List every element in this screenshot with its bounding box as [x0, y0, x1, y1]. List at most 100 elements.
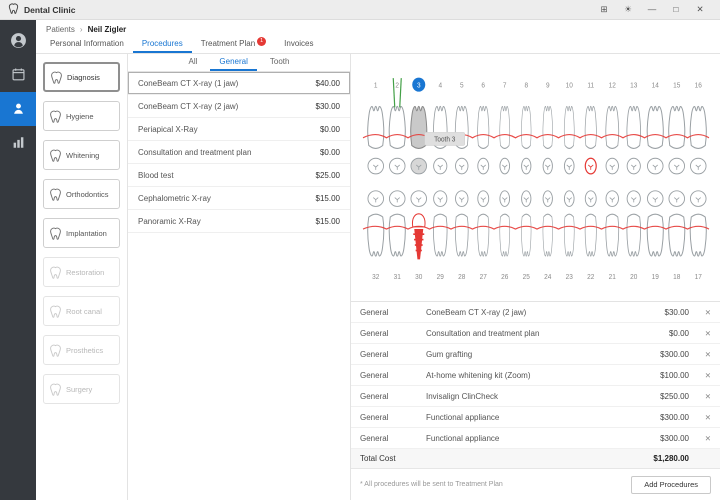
add-procedures-button[interactable]: Add Procedures	[631, 476, 711, 494]
category-prosthetics[interactable]: Prosthetics	[43, 335, 120, 365]
occlusal-lower-19[interactable]	[647, 191, 663, 207]
tooth-lower-20[interactable]	[627, 214, 641, 256]
tab-treatment-plan[interactable]: Treatment Plan1	[192, 36, 275, 53]
sidebar-item-profile[interactable]	[0, 24, 36, 58]
remove-row-icon[interactable]: ✕	[689, 308, 711, 317]
occlusal-upper-16[interactable]	[690, 158, 706, 174]
tooth-number-upper-11[interactable]: 11	[587, 82, 594, 89]
tooth-upper-8[interactable]	[521, 106, 531, 148]
tooth-number-upper-8[interactable]: 8	[524, 82, 528, 89]
tab-procedures[interactable]: Procedures	[133, 36, 192, 53]
sidebar-item-reports[interactable]	[0, 126, 36, 160]
tooth-upper-6[interactable]	[478, 106, 489, 148]
tooth-number-upper-13[interactable]: 13	[630, 82, 637, 89]
tooth-number-lower-29[interactable]: 29	[437, 274, 444, 281]
remove-row-icon[interactable]: ✕	[689, 329, 711, 338]
tooth-upper-13[interactable]	[627, 106, 641, 148]
tooth-upper-2[interactable]	[389, 106, 405, 148]
tooth-upper-12[interactable]	[606, 106, 619, 148]
tooth-number-lower-26[interactable]: 26	[501, 274, 508, 281]
close-button[interactable]: ✕	[688, 0, 712, 19]
occlusal-lower-24[interactable]	[543, 191, 552, 207]
tab-personal-information[interactable]: Personal Information	[41, 36, 133, 53]
tooth-upper-1[interactable]	[368, 106, 384, 148]
breadcrumb-patients[interactable]: Patients	[46, 25, 75, 34]
tooth-number-upper-12[interactable]: 12	[609, 82, 616, 89]
occlusal-upper-6[interactable]	[478, 158, 489, 174]
occlusal-upper-1[interactable]	[368, 158, 384, 174]
tooth-lower-24[interactable]	[543, 214, 553, 256]
category-restoration[interactable]: Restoration	[43, 257, 120, 287]
tooth-lower-19[interactable]	[647, 214, 663, 256]
tooth-number-lower-23[interactable]: 23	[566, 274, 573, 281]
occlusal-lower-18[interactable]	[669, 191, 685, 207]
remove-row-icon[interactable]: ✕	[689, 350, 711, 359]
procedure-item[interactable]: Consultation and treatment plan$0.00	[128, 141, 350, 164]
tooth-upper-7[interactable]	[500, 106, 510, 148]
tooth-number-lower-30[interactable]: 30	[415, 274, 422, 281]
tooth-number-upper-3[interactable]: 3	[412, 78, 425, 92]
tooth-upper-9[interactable]	[543, 106, 553, 148]
filter-tab-general[interactable]: General	[210, 54, 256, 71]
tooth-upper-11[interactable]	[585, 106, 596, 148]
brightness-icon[interactable]: ☀	[616, 0, 640, 19]
tooth-number-upper-10[interactable]: 10	[566, 82, 573, 89]
tooth-number-upper-15[interactable]: 15	[673, 82, 680, 89]
occlusal-upper-2[interactable]	[389, 158, 405, 174]
maximize-button[interactable]: □	[664, 0, 688, 19]
procedure-item[interactable]: Panoramic X-Ray$15.00	[128, 210, 350, 233]
category-surgery[interactable]: Surgery	[43, 374, 120, 404]
category-diagnosis[interactable]: Diagnosis	[43, 62, 120, 92]
procedure-item[interactable]: Periapical X-Ray$0.00	[128, 118, 350, 141]
tooth-upper-15[interactable]	[669, 106, 685, 148]
tooth-lower-32[interactable]	[368, 214, 384, 256]
occlusal-lower-30[interactable]	[411, 191, 427, 207]
tooth-lower-23[interactable]	[564, 214, 574, 256]
tooth-lower-21[interactable]	[606, 214, 619, 256]
occlusal-upper-7[interactable]	[500, 158, 510, 174]
occlusal-upper-14[interactable]	[647, 158, 663, 174]
remove-row-icon[interactable]: ✕	[689, 371, 711, 380]
tab-invoices[interactable]: Invoices	[275, 36, 322, 53]
apps-grid-icon[interactable]: ⊞	[592, 0, 616, 19]
tooth-lower-25[interactable]	[521, 214, 531, 256]
occlusal-lower-26[interactable]	[500, 191, 510, 207]
tooth-lower-27[interactable]	[478, 214, 489, 256]
tooth-number-upper-9[interactable]: 9	[546, 82, 550, 89]
occlusal-upper-13[interactable]	[627, 158, 640, 174]
sidebar-item-patients[interactable]	[0, 92, 36, 126]
occlusal-lower-22[interactable]	[585, 191, 596, 207]
tooth-lower-29[interactable]	[433, 214, 447, 256]
tooth-upper-14[interactable]	[647, 106, 663, 148]
occlusal-lower-31[interactable]	[389, 191, 405, 207]
occlusal-upper-11[interactable]	[585, 158, 596, 174]
category-orthodontics[interactable]: Orthodontics	[43, 179, 120, 209]
tooth-number-lower-22[interactable]: 22	[587, 274, 594, 281]
remove-row-icon[interactable]: ✕	[689, 392, 711, 401]
filter-tab-all[interactable]: All	[180, 54, 207, 71]
tooth-number-lower-28[interactable]: 28	[458, 274, 465, 281]
occlusal-upper-5[interactable]	[456, 158, 468, 174]
occlusal-lower-20[interactable]	[627, 191, 640, 207]
occlusal-lower-27[interactable]	[478, 191, 489, 207]
procedure-item[interactable]: Blood test$25.00	[128, 164, 350, 187]
tooth-upper-3[interactable]	[411, 106, 427, 148]
occlusal-lower-32[interactable]	[368, 191, 384, 207]
tooth-lower-31[interactable]	[389, 214, 405, 256]
occlusal-lower-23[interactable]	[564, 191, 574, 207]
occlusal-lower-25[interactable]	[522, 191, 531, 207]
occlusal-upper-15[interactable]	[669, 158, 685, 174]
tooth-number-upper-2[interactable]: 2	[395, 82, 399, 89]
occlusal-upper-8[interactable]	[522, 158, 531, 174]
procedure-item[interactable]: Cephalometric X-ray$15.00	[128, 187, 350, 210]
tooth-number-lower-19[interactable]: 19	[652, 274, 659, 281]
tooth-number-lower-20[interactable]: 20	[630, 274, 637, 281]
tooth-lower-22[interactable]	[585, 214, 596, 256]
tooth-lower-26[interactable]	[500, 214, 510, 256]
tooth-number-upper-6[interactable]: 6	[481, 82, 485, 89]
category-hygiene[interactable]: Hygiene	[43, 101, 120, 131]
tooth-number-lower-17[interactable]: 17	[695, 274, 702, 281]
procedure-item[interactable]: ConeBeam CT X-ray (1 jaw)$40.00	[128, 72, 350, 95]
tooth-number-lower-18[interactable]: 18	[673, 274, 680, 281]
sidebar-item-calendar[interactable]	[0, 58, 36, 92]
